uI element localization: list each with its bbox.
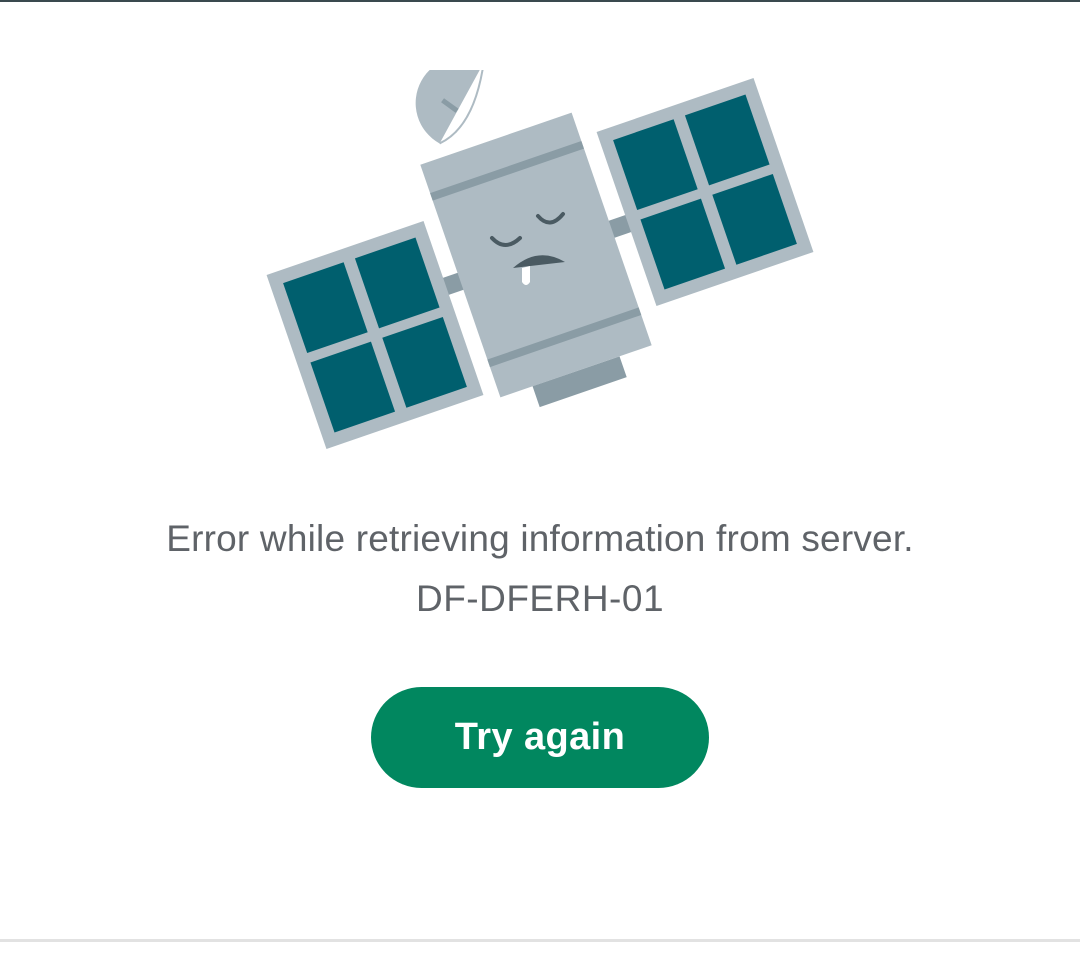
sleeping-satellite-icon bbox=[266, 70, 814, 450]
error-message: Error while retrieving information from … bbox=[166, 518, 914, 559]
error-code: DF-DFERH-01 bbox=[415, 578, 665, 619]
error-screen: Error while retrieving information from … bbox=[0, 0, 1080, 968]
bottom-divider bbox=[0, 939, 1080, 942]
top-edge-border bbox=[0, 0, 1080, 2]
try-again-button[interactable]: Try again bbox=[371, 687, 709, 788]
